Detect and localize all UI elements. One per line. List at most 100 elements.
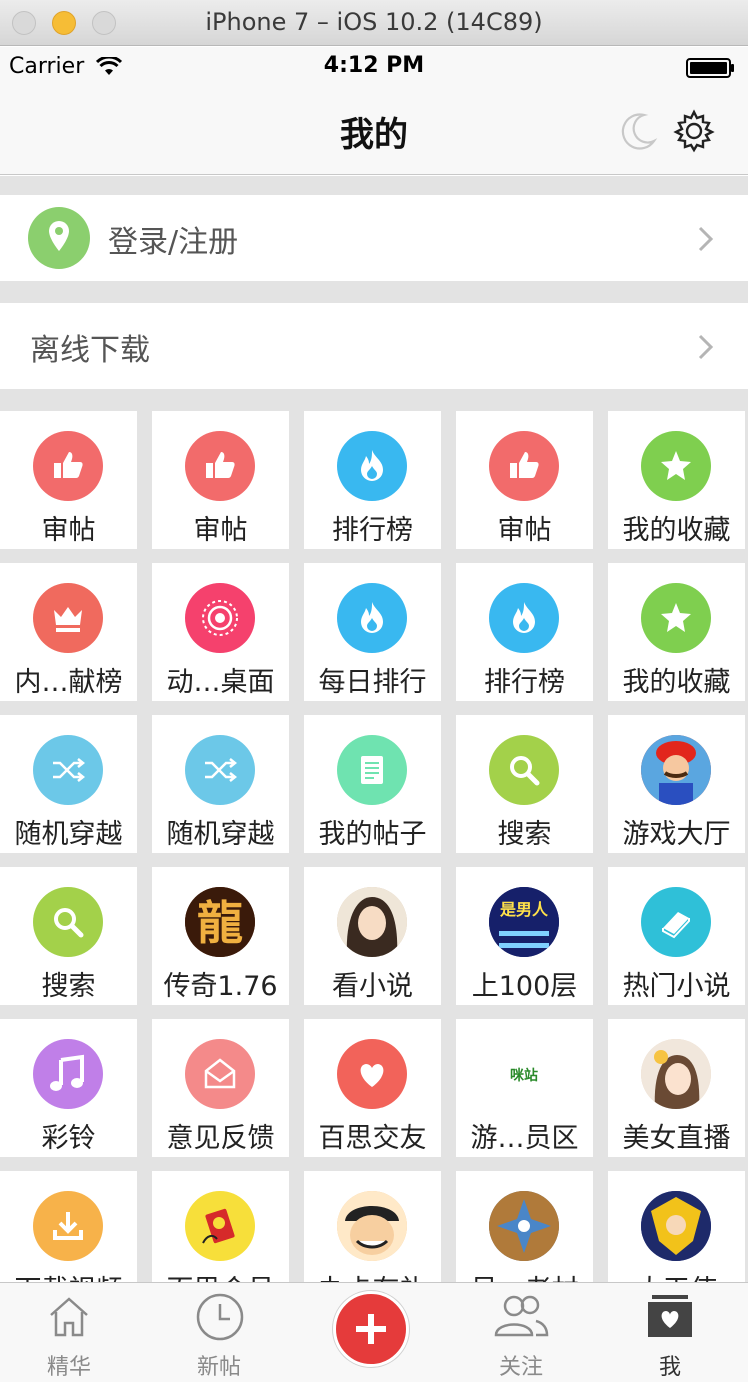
fire-icon <box>337 583 407 653</box>
grid-tile-label: 办卡有礼 <box>304 1268 441 1282</box>
home-icon <box>50 1297 88 1337</box>
grid-tile[interactable]: 彩铃 <box>0 1019 137 1157</box>
grid-tile-label: 百思交友 <box>318 1123 427 1154</box>
grid-tile[interactable]: 办卡有礼 <box>304 1171 441 1282</box>
grid-tile[interactable]: 随机穿越 <box>152 715 289 853</box>
grid-tile[interactable]: 是男人上100层 <box>456 867 593 1005</box>
chevron-right-icon <box>698 226 714 252</box>
simulator-title-bar: iPhone 7 – iOS 10.2 (14C89) <box>0 0 748 46</box>
game-100-floors-icon: 是男人 <box>489 887 559 957</box>
shuffle-icon <box>33 735 103 805</box>
grid-tile[interactable]: 百思交友 <box>304 1019 441 1157</box>
tab-featured[interactable]: 精华 <box>14 1283 124 1382</box>
grid-tile[interactable]: 百思会员 <box>152 1171 289 1282</box>
grid-tile[interactable]: 我的收藏 <box>608 411 745 549</box>
profile-heart-icon <box>648 1295 692 1337</box>
mail-icon <box>185 1039 255 1109</box>
grid-tile[interactable]: 游戏大厅 <box>608 715 745 853</box>
grid-tile[interactable]: 排行榜 <box>456 563 593 701</box>
gear-icon[interactable] <box>672 109 716 153</box>
grid-tile-label: 传奇1.76 <box>163 971 278 1002</box>
star-icon <box>641 431 711 501</box>
svg-text:是男人: 是男人 <box>499 900 549 919</box>
grid-tile-label: 热门小说 <box>622 971 731 1002</box>
grid-tile-label: 审帖 <box>497 515 552 546</box>
star-icon <box>641 583 711 653</box>
tab-bar: 精华 新帖 关注 我 <box>0 1282 748 1382</box>
grid-tile-label: 美女直播 <box>622 1123 731 1154</box>
grid-tile[interactable]: 看小说 <box>304 867 441 1005</box>
thumbs-up-icon <box>489 431 559 501</box>
grid-tile[interactable]: 审帖 <box>0 411 137 549</box>
tab-label: 精华 <box>46 1355 91 1380</box>
grid-tile[interactable]: 下载视频 <box>0 1171 137 1282</box>
grid-tile[interactable]: 搜索 <box>0 867 137 1005</box>
grid-tile[interactable]: 意见反馈 <box>152 1019 289 1157</box>
grid-tile-label: 我的收藏 <box>622 667 731 698</box>
grid-tile[interactable]: 龍传奇1.76 <box>152 867 289 1005</box>
grid-tile[interactable]: 排行榜 <box>304 411 441 549</box>
grid-tile[interactable]: 我的收藏 <box>608 563 745 701</box>
grid-tile-label: 随机穿越 <box>166 819 275 850</box>
tab-me[interactable]: 我 <box>615 1283 725 1382</box>
grid-tile-label: 上100层 <box>471 971 578 1002</box>
girl-flower-portrait-icon <box>641 1039 711 1109</box>
grid-tile[interactable]: 美女直播 <box>608 1019 745 1157</box>
luffy-avatar-icon <box>337 1191 407 1261</box>
grid-tile-label: 内…献榜 <box>14 667 123 698</box>
content-scroll-area[interactable]: 登录/注册 离线下载 审帖 审帖 排行榜 审帖 我的收藏 内…献榜 动…桌面 每日排行 排行榜我… <box>0 176 748 1282</box>
grid-tile-label: 随机穿越 <box>14 819 123 850</box>
tab-label: 新帖 <box>196 1355 241 1380</box>
grid-tile[interactable]: 审帖 <box>456 411 593 549</box>
grid-tile-label: 动…桌面 <box>166 667 275 698</box>
tab-new-posts[interactable]: 新帖 <box>164 1283 274 1382</box>
vip-card-icon <box>185 1191 255 1261</box>
mario-avatar-icon <box>641 735 711 805</box>
grid-tile[interactable]: 内…献榜 <box>0 563 137 701</box>
grid-tile[interactable]: 咪站 游…员区 <box>456 1019 593 1157</box>
moon-icon[interactable] <box>616 109 660 153</box>
plus-icon <box>356 1314 386 1344</box>
grid-tile[interactable]: 动…桌面 <box>152 563 289 701</box>
target-icon <box>185 583 255 653</box>
grid-tile-label: 下载视频 <box>0 1268 137 1282</box>
grid-tile-label: 百思会员 <box>152 1268 289 1282</box>
document-icon <box>337 735 407 805</box>
people-icon <box>494 1295 549 1337</box>
grid-tile-label: 排行榜 <box>332 515 413 546</box>
svg-text:龍: 龍 <box>197 896 243 950</box>
shuffle-icon <box>185 735 255 805</box>
tab-following[interactable]: 关注 <box>466 1283 576 1382</box>
thumbs-up-icon <box>33 431 103 501</box>
grid-tile[interactable]: 我的帖子 <box>304 715 441 853</box>
grid-tile-label: 游戏大厅 <box>622 819 731 850</box>
grid-tile[interactable]: 审帖 <box>152 411 289 549</box>
status-time: 4:12 PM <box>323 53 425 78</box>
login-register-label: 登录/注册 <box>108 225 239 260</box>
grid-tile[interactable]: 呆…老村 <box>456 1171 593 1282</box>
grid-tile[interactable]: 热门小说 <box>608 867 745 1005</box>
offline-download-row[interactable]: 离线下载 <box>0 303 748 389</box>
login-register-row[interactable]: 登录/注册 <box>0 195 748 281</box>
grid-tile-label: 彩铃 <box>41 1123 96 1154</box>
grid-tile[interactable]: 随机穿越 <box>0 715 137 853</box>
girl-portrait-icon <box>337 887 407 957</box>
chevron-right-icon <box>698 334 714 360</box>
download-icon <box>33 1191 103 1261</box>
dragon-game-icon: 龍 <box>185 887 255 957</box>
grid-tile-label: 游…员区 <box>470 1123 579 1154</box>
clock-icon <box>196 1293 244 1341</box>
grid-tile-label: 搜索 <box>41 971 96 1002</box>
thumbs-up-icon <box>185 431 255 501</box>
status-bar: Carrier 4:12 PM <box>0 47 748 87</box>
grid-tile-label: 我的帖子 <box>318 819 427 850</box>
grid-tile[interactable]: 每日排行 <box>304 563 441 701</box>
grid-tile[interactable]: 搜索 <box>456 715 593 853</box>
grid-tile-label: 看小说 <box>332 971 413 1002</box>
grid-tile-label: 呆…老村 <box>456 1268 593 1282</box>
grid-tile[interactable]: 大天使 <box>608 1171 745 1282</box>
location-pin-icon <box>28 207 90 269</box>
grid-tile-label: 搜索 <box>497 819 552 850</box>
book-icon <box>641 887 711 957</box>
publish-plus-button[interactable] <box>333 1291 409 1367</box>
